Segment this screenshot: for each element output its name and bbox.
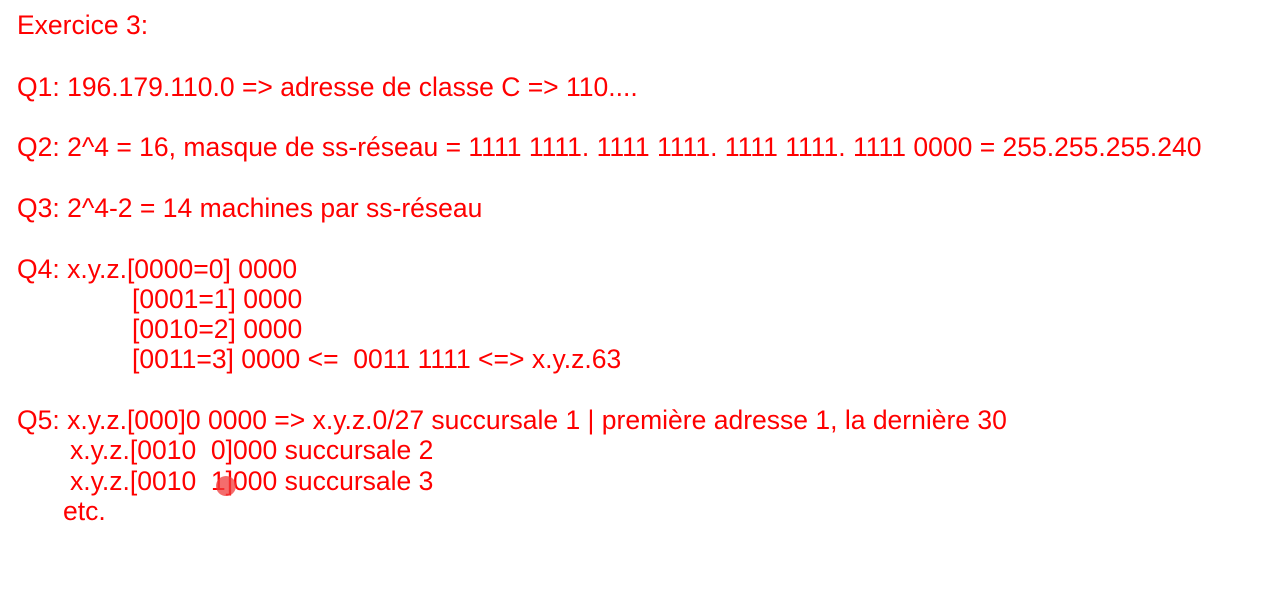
q5-line: x.y.z.[0010 1]000 succursale 3 (70, 466, 434, 496)
q5-line: Q5: x.y.z.[000]0 0000 => x.y.z.0/27 succ… (17, 405, 1007, 435)
q5-line: etc. (63, 496, 106, 526)
q1-line: Q1: 196.179.110.0 => adresse de classe C… (17, 72, 638, 102)
q2-line: Q2: 2^4 = 16, masque de ss-réseau = 1111… (17, 132, 1202, 162)
pointer-cursor-icon (216, 476, 236, 496)
q4-line: [0010=2] 0000 (132, 314, 303, 344)
exercise-title: Exercice 3: (17, 10, 149, 40)
q4-line: Q4: x.y.z.[0000=0] 0000 (17, 254, 298, 284)
q4-line: [0011=3] 0000 <= 0011 1111 <=> x.y.z.63 (132, 344, 622, 374)
q4-line: [0001=1] 0000 (132, 284, 303, 314)
q3-line: Q3: 2^4-2 = 14 machines par ss-réseau (17, 193, 483, 223)
q5-line: x.y.z.[0010 0]000 succursale 2 (70, 435, 434, 465)
